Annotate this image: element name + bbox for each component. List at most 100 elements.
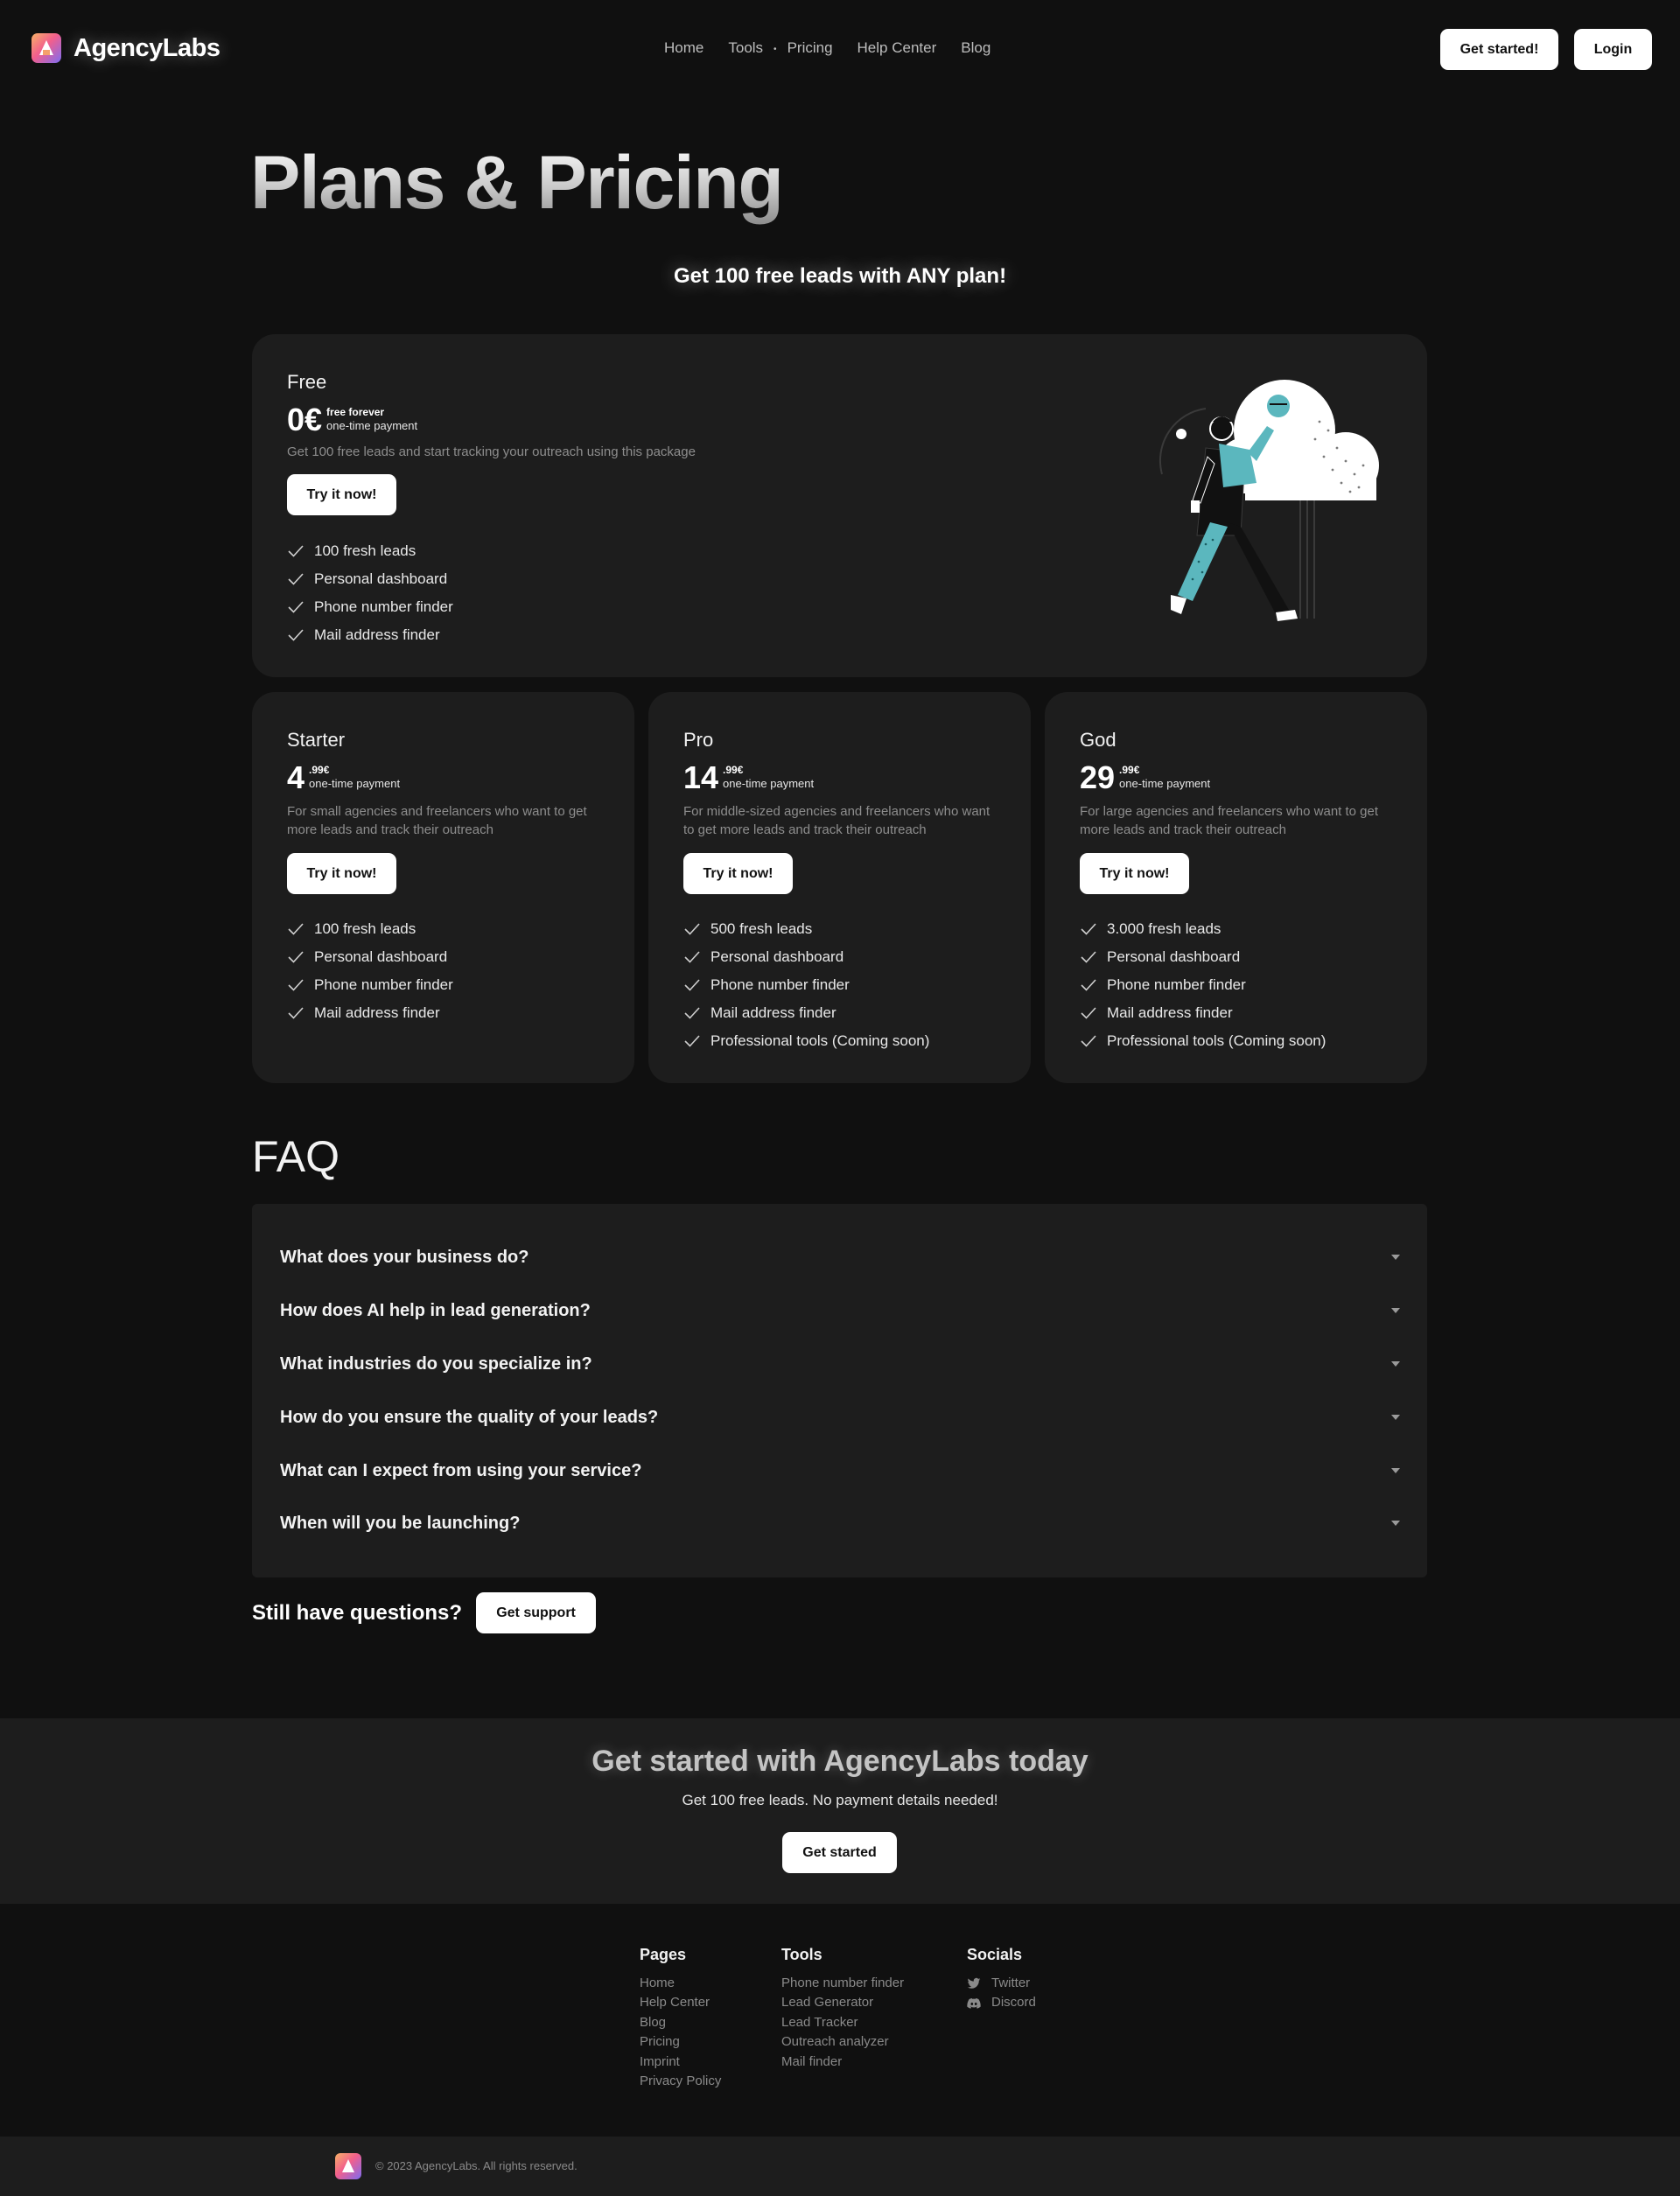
nav-link-tools[interactable]: Tools xyxy=(728,39,763,60)
feature-item: Phone number finder xyxy=(287,971,453,999)
check-icon xyxy=(684,1035,700,1047)
check-icon xyxy=(288,1007,304,1019)
cta-subtitle: Get 100 free leads. No payment details n… xyxy=(682,1792,998,1808)
price-amount: 0€ xyxy=(287,402,323,437)
try-it-now-button[interactable]: Try it now! xyxy=(1080,853,1189,894)
dropdown-dot-icon: • xyxy=(774,45,777,54)
check-icon xyxy=(684,923,700,935)
price-amount: 4 xyxy=(287,759,305,795)
brand-name: AgencyLabs xyxy=(74,33,220,62)
try-it-now-button[interactable]: Try it now! xyxy=(287,474,396,515)
plan-card-free: Free 0€ free forever one-time payment Ge… xyxy=(252,334,1427,677)
footer-link-help-center[interactable]: Help Center xyxy=(640,1993,721,2012)
faq-question: What does your business do? xyxy=(280,1247,529,1267)
price-cents: .99€ xyxy=(309,764,330,776)
faq-item[interactable]: What can I expect from using your servic… xyxy=(280,1453,1400,1488)
nav-link-pricing[interactable]: Pricing xyxy=(788,39,833,60)
payment-type: one-time payment xyxy=(326,419,418,432)
footer-column-tools: Tools Phone number finder Lead Generator… xyxy=(781,1946,904,2072)
nav-link-home[interactable]: Home xyxy=(664,39,704,60)
cta-get-started-button[interactable]: Get started xyxy=(782,1832,897,1873)
faq-accordion: What does your business do? How does AI … xyxy=(252,1204,1427,1577)
check-icon xyxy=(1081,1035,1096,1047)
try-it-now-button[interactable]: Try it now! xyxy=(287,853,396,894)
footer-link-lead-generator[interactable]: Lead Generator xyxy=(781,1993,904,2012)
plan-name: Starter xyxy=(287,729,346,751)
feature-item: Mail address finder xyxy=(683,999,929,1027)
faq-item[interactable]: What industries do you specialize in? xyxy=(280,1346,1400,1381)
payment-type: one-time payment xyxy=(309,777,401,790)
cta-banner: Get started with AgencyLabs today Get 10… xyxy=(0,1718,1680,1904)
check-icon xyxy=(288,629,304,641)
faq-item[interactable]: When will you be launching? xyxy=(280,1506,1400,1541)
faq-item[interactable]: How does AI help in lead generation? xyxy=(280,1293,1400,1328)
feature-item: Personal dashboard xyxy=(1080,943,1326,971)
footer-link-privacy-policy[interactable]: Privacy Policy xyxy=(640,2072,721,2091)
feature-item: Mail address finder xyxy=(287,621,453,649)
plan-name: God xyxy=(1080,729,1116,751)
footer-column-pages: Pages Home Help Center Blog Pricing Impr… xyxy=(640,1946,721,2091)
feature-item: Professional tools (Coming soon) xyxy=(1080,1027,1326,1055)
caret-down-icon xyxy=(1391,1255,1400,1260)
footer-link-twitter[interactable]: Twitter xyxy=(967,1974,1036,1993)
check-icon xyxy=(1081,951,1096,963)
check-icon xyxy=(684,979,700,991)
plan-price: 14 .99€ one-time payment xyxy=(683,760,814,795)
footer-link-discord[interactable]: Discord xyxy=(967,1993,1036,2012)
faq-item[interactable]: How do you ensure the quality of your le… xyxy=(280,1400,1400,1435)
caret-down-icon xyxy=(1391,1415,1400,1420)
footer-column-title: Tools xyxy=(781,1946,822,1963)
payment-type: one-time payment xyxy=(723,777,815,790)
feature-item: Phone number finder xyxy=(683,971,929,999)
get-started-button[interactable]: Get started! xyxy=(1440,29,1558,70)
plan-card-god: God 29 .99€ one-time payment For large a… xyxy=(1045,692,1427,1083)
nav-link-blog[interactable]: Blog xyxy=(961,39,990,60)
plan-description: For small agencies and freelancers who w… xyxy=(287,804,587,837)
feature-item: Professional tools (Coming soon) xyxy=(683,1027,929,1055)
feature-list: 500 fresh leads Personal dashboard Phone… xyxy=(683,915,929,1055)
faq-heading: FAQ xyxy=(252,1132,340,1181)
faq-question: What can I expect from using your servic… xyxy=(280,1460,642,1480)
brand[interactable]: AgencyLabs xyxy=(32,33,220,63)
feature-item: Phone number finder xyxy=(1080,971,1326,999)
check-icon xyxy=(288,923,304,935)
feature-list: 100 fresh leads Personal dashboard Phone… xyxy=(287,537,453,649)
person-with-cloud-illustration xyxy=(1159,380,1379,621)
feature-item: Personal dashboard xyxy=(683,943,929,971)
caret-down-icon xyxy=(1391,1521,1400,1526)
check-icon xyxy=(1081,923,1096,935)
footer-link-blog[interactable]: Blog xyxy=(640,2013,721,2032)
footer-link-lead-tracker[interactable]: Lead Tracker xyxy=(781,2013,904,2032)
feature-item: Mail address finder xyxy=(287,999,453,1027)
price-note: free forever xyxy=(326,406,385,418)
faq-item[interactable]: What does your business do? xyxy=(280,1240,1400,1275)
plan-description: For middle-sized agencies and freelancer… xyxy=(683,804,990,837)
login-button[interactable]: Login xyxy=(1574,29,1652,70)
feature-list: 100 fresh leads Personal dashboard Phone… xyxy=(287,915,453,1027)
price-cents: .99€ xyxy=(1119,764,1140,776)
footer-link-mail-finder[interactable]: Mail finder xyxy=(781,2053,904,2072)
top-navigation: AgencyLabs Home Tools • Pricing Help Cen… xyxy=(0,0,1680,100)
check-icon xyxy=(1081,1007,1096,1019)
price-amount: 29 xyxy=(1080,759,1116,795)
plan-price: 0€ free forever one-time payment xyxy=(287,402,417,437)
payment-type: one-time payment xyxy=(1119,777,1211,790)
check-icon xyxy=(288,979,304,991)
feature-item: 500 fresh leads xyxy=(683,915,929,943)
footer-link-phone-number-finder[interactable]: Phone number finder xyxy=(781,1974,904,1993)
caret-down-icon xyxy=(1391,1468,1400,1473)
get-support-button[interactable]: Get support xyxy=(476,1592,597,1633)
footer-link-outreach-analyzer[interactable]: Outreach analyzer xyxy=(781,2032,904,2052)
footer-column-title: Pages xyxy=(640,1946,687,1963)
plan-price: 4 .99€ one-time payment xyxy=(287,760,400,795)
check-icon xyxy=(288,573,304,585)
footer-link-pricing[interactable]: Pricing xyxy=(640,2032,721,2052)
plan-name: Free xyxy=(287,371,327,393)
try-it-now-button[interactable]: Try it now! xyxy=(683,853,793,894)
footer-link-imprint[interactable]: Imprint xyxy=(640,2053,721,2072)
plan-description: For large agencies and freelancers who w… xyxy=(1080,804,1379,837)
plan-card-pro: Pro 14 .99€ one-time payment For middle-… xyxy=(648,692,1031,1083)
footer-link-home[interactable]: Home xyxy=(640,1974,721,1993)
nav-link-help-center[interactable]: Help Center xyxy=(858,39,937,60)
price-amount: 14 xyxy=(683,759,719,795)
